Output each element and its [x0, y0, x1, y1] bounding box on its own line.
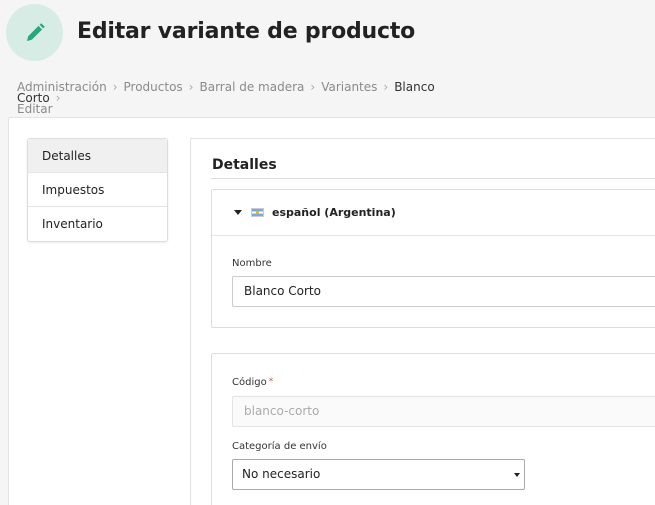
shipping-category-value: No necesario [242, 467, 321, 481]
sidemenu-item-inventory[interactable]: Inventario [28, 207, 167, 241]
sidemenu-item-details[interactable]: Detalles [28, 139, 167, 173]
argentina-flag-icon [251, 208, 264, 217]
shipping-category-label: Categoría de envío [232, 441, 327, 452]
chevron-right-icon: › [383, 80, 389, 94]
breadcrumb-item-current: Editar [17, 102, 53, 116]
breadcrumb: Administración › Productos › Barral de mader… [17, 80, 457, 116]
chevron-right-icon: › [112, 80, 118, 94]
translation-language: español (Argentina) [272, 206, 396, 219]
translation-card: español (Argentina) [211, 189, 655, 328]
shipping-category-select[interactable]: No necesario [232, 459, 525, 490]
chevron-right-icon: › [55, 91, 61, 105]
required-mark: * [268, 377, 274, 387]
code-input[interactable]: blanco-corto [232, 396, 655, 427]
chevron-right-icon: › [188, 80, 194, 94]
dropdown-arrow-icon [514, 473, 520, 477]
section-title: Detalles [212, 157, 277, 173]
side-menu: Detalles Impuestos Inventario [27, 138, 168, 242]
name-label: Nombre [232, 258, 272, 269]
caret-down-icon [234, 210, 242, 215]
pencil-icon [26, 22, 45, 41]
code-label-text: Código [232, 377, 267, 388]
translation-toggle[interactable]: español (Argentina) [212, 190, 655, 236]
name-input[interactable]: Blanco Corto [232, 276, 655, 307]
breadcrumb-item-products[interactable]: Productos [124, 80, 183, 94]
breadcrumb-item-product[interactable]: Barral de madera [199, 80, 304, 94]
sidemenu-item-taxes[interactable]: Impuestos [28, 173, 167, 207]
header-icon-circle [6, 4, 63, 61]
chevron-right-icon: › [310, 80, 316, 94]
page-title: Editar variante de producto [77, 19, 416, 44]
breadcrumb-item-variants[interactable]: Variantes [321, 80, 377, 94]
section-divider [211, 178, 655, 179]
code-label: Código * [232, 377, 273, 388]
